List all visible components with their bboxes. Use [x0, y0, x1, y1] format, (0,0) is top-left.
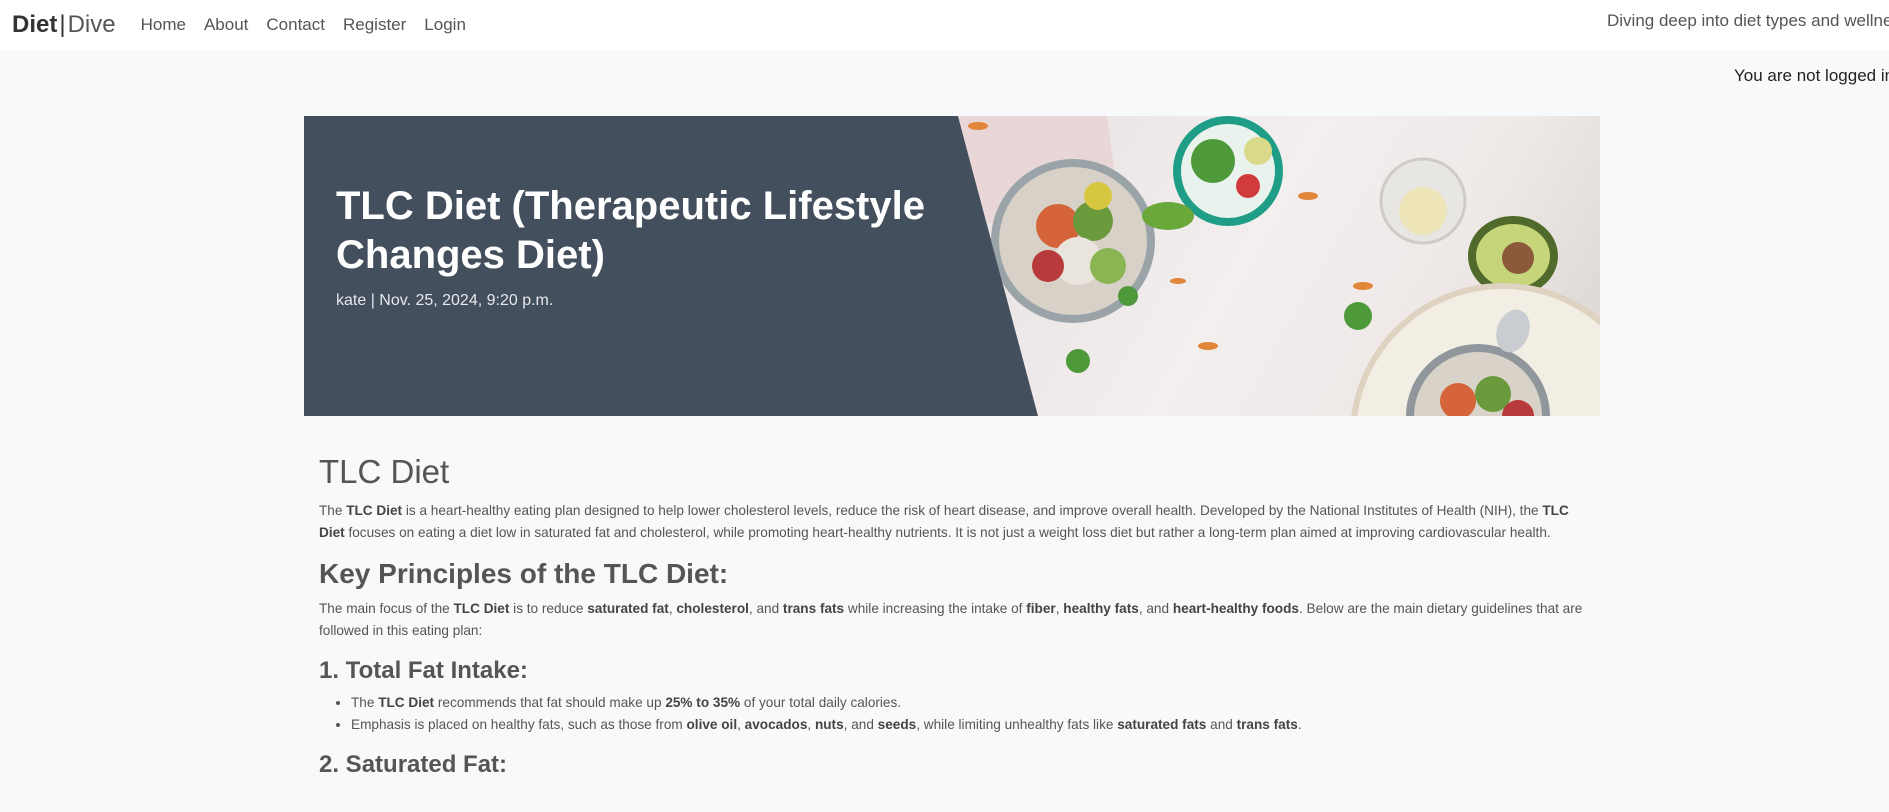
principles-bold: saturated fat [587, 601, 669, 616]
login-status: You are not logged in [1734, 66, 1889, 85]
hero-food-image [958, 116, 1600, 416]
item-text: and [1206, 717, 1237, 732]
intro-bold: TLC Diet [346, 503, 403, 518]
nav-links: Home About Contact Register Login [141, 5, 484, 45]
principles-bold: cholesterol [676, 601, 749, 616]
item-text: , and [843, 717, 878, 732]
principles-bold: fiber [1026, 601, 1056, 616]
item-text: , [737, 717, 745, 732]
item-text: recommends that fat should make up [434, 695, 666, 710]
article-heading: TLC Diet [319, 453, 450, 490]
principles-segment: is to reduce [509, 601, 588, 616]
item-bold: olive oil [686, 717, 738, 732]
brand-bold: Diet [12, 11, 58, 38]
brand-separator: | [59, 11, 66, 38]
intro-text: The [319, 503, 347, 518]
item-bold: saturated fats [1117, 717, 1207, 732]
item-text: Emphasis is placed on healthy fats, such… [351, 717, 687, 732]
intro-text: is a heart-healthy eating plan designed … [402, 503, 1543, 518]
principles-bold: trans fats [782, 601, 845, 616]
principles-bold: heart-healthy foods [1172, 601, 1299, 616]
post-hero: TLC Diet (Therapeutic Lifestyle Changes … [304, 116, 1600, 416]
article-body: TLC Diet The TLC Diet is a heart-healthy… [319, 452, 1589, 786]
list-item: Emphasis is placed on healthy fats, such… [351, 714, 1589, 736]
nav-contact-link[interactable]: Contact [266, 5, 325, 45]
principles-text: The main focus of the TLC Diet is to red… [319, 598, 1589, 642]
item-text: , [807, 717, 815, 732]
section-1-heading: 1. Total Fat Intake: [319, 657, 528, 684]
principles-bold: healthy fats [1063, 601, 1139, 616]
item-bold: avocados [744, 717, 808, 732]
item-bold: TLC Diet [378, 695, 435, 710]
food-photo-illustration [958, 116, 1600, 416]
nav-login-link[interactable]: Login [424, 5, 466, 45]
navbar: Diet | Dive Home About Contact Register Lo… [0, 0, 1889, 50]
principles-segment: , and [1138, 601, 1173, 616]
item-bold: nuts [814, 717, 844, 732]
section-2-heading: 2. Saturated Fat: [319, 751, 508, 778]
nav-about-link[interactable]: About [204, 5, 248, 45]
list-item: The TLC Diet recommends that fat should … [351, 692, 1589, 714]
item-bold: trans fats [1236, 717, 1298, 732]
principles-segment: , and [748, 601, 783, 616]
item-bold: 25% to 35% [665, 695, 741, 710]
site-tagline: Diving deep into diet types and wellness [1607, 11, 1889, 30]
item-text: The [351, 695, 379, 710]
post-title: TLC Diet (Therapeutic Lifestyle Changes … [336, 184, 925, 277]
brand-light: Dive [67, 11, 116, 38]
principles-segment: The main focus of the [319, 601, 454, 616]
principles-bold: TLC Diet [453, 601, 510, 616]
principles-heading: Key Principles of the TLC Diet: [319, 558, 729, 589]
item-text: , while limiting unhealthy fats like [916, 717, 1118, 732]
nav-register-link[interactable]: Register [343, 5, 406, 45]
section-1-list: The TLC Diet recommends that fat should … [319, 692, 1589, 736]
item-text: . [1297, 717, 1302, 732]
item-bold: seeds [877, 717, 917, 732]
item-text: of your total daily calories. [740, 695, 902, 710]
principles-segment: while increasing the intake of [844, 601, 1027, 616]
hero-text: TLC Diet (Therapeutic Lifestyle Changes … [336, 182, 936, 310]
brand-logo[interactable]: Diet | Dive [12, 5, 116, 45]
nav-home-link[interactable]: Home [141, 5, 186, 45]
intro-text: focuses on eating a diet low in saturate… [344, 525, 1551, 540]
post-meta: kate | Nov. 25, 2024, 9:20 p.m. [336, 292, 554, 309]
article-intro: The TLC Diet is a heart-healthy eating p… [319, 500, 1589, 544]
